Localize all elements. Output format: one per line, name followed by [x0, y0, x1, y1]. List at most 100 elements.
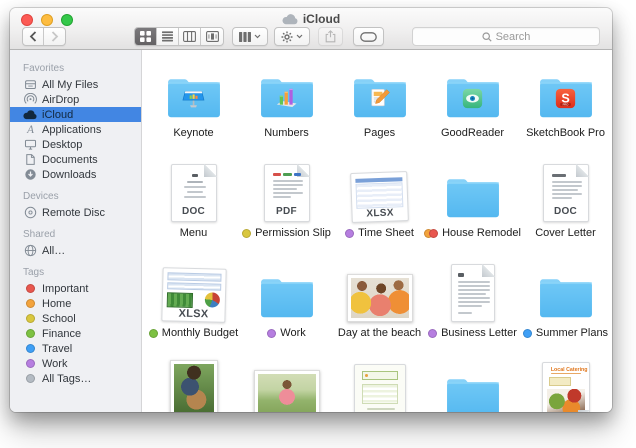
grid-item-summer-plans[interactable]: Summer Plans: [519, 258, 612, 358]
grid-item-business-letter[interactable]: Business Letter: [426, 258, 519, 358]
sidebar-item-finance[interactable]: Finance: [10, 326, 141, 341]
file-type-badge: PDF: [265, 206, 309, 217]
tag-dot-icon: [23, 297, 37, 310]
grid-item-house-remodel[interactable]: House Remodel: [426, 158, 519, 258]
goodreader-folder-icon: [442, 72, 504, 122]
sidebar-item-applications[interactable]: AApplications: [10, 122, 141, 137]
girl-photo-icon: [254, 370, 320, 412]
finder-window: iCloud: [10, 8, 612, 412]
grid-item-sketchbook-pro[interactable]: SPROSketchBook Pro: [519, 58, 612, 158]
coverflow-view-button[interactable]: [201, 28, 223, 45]
grid-item-file-certificate[interactable]: [333, 358, 426, 412]
share-button[interactable]: [318, 27, 343, 46]
grid-item-label: Cover Letter: [535, 227, 596, 239]
sidebar-item-school[interactable]: School: [10, 311, 141, 326]
sidebar-item-label: Downloads: [42, 169, 96, 181]
puppy-photo-icon: [170, 360, 218, 412]
grid-item-time-sheet[interactable]: XLSXTime Sheet: [333, 158, 426, 258]
sidebar-item-label: All My Files: [42, 79, 98, 91]
tag-dots: [428, 329, 437, 338]
sidebar-item-downloads[interactable]: Downloads: [10, 167, 141, 182]
sidebar-item-remote-disc[interactable]: Remote Disc: [10, 205, 141, 220]
grid-item-folder[interactable]: [426, 358, 519, 412]
tag-dots: [242, 229, 251, 238]
arrange-button[interactable]: [232, 27, 268, 46]
grid-item-goodreader[interactable]: GoodReader: [426, 58, 519, 158]
grid-item-photo-girl[interactable]: [240, 358, 333, 412]
grid-item-label: Keynote: [173, 127, 213, 139]
icloud-icon: [23, 108, 37, 121]
list-view-icon: [162, 31, 173, 42]
grid-item-photo-puppy[interactable]: [147, 358, 240, 412]
grid-item-day-at-the-beach[interactable]: Day at the beach: [333, 258, 426, 358]
sidebar-section-tags: TagsImportantHomeSchoolFinanceTravelWork…: [10, 262, 141, 386]
tag-dot-icon: [242, 229, 251, 238]
search-input[interactable]: Search: [412, 27, 600, 46]
tag-dots: [345, 229, 354, 238]
action-menu-button[interactable]: [274, 27, 310, 46]
grid-item-keynote[interactable]: Keynote: [147, 58, 240, 158]
search-placeholder: Search: [496, 31, 531, 43]
grid-item-cover-letter[interactable]: DOC Cover Letter: [519, 158, 612, 258]
numbers-folder-icon: [256, 72, 318, 122]
grid-item-menu[interactable]: DOCMenu: [147, 158, 240, 258]
sidebar-item-desktop[interactable]: Desktop: [10, 137, 141, 152]
sidebar-item-documents[interactable]: Documents: [10, 152, 141, 167]
file-grid: Keynote NumbersPagesGoodReaderSPROSketchB…: [142, 50, 612, 412]
coverflow-view-icon: [206, 31, 219, 42]
sidebar-item-travel[interactable]: Travel: [10, 341, 141, 356]
sidebar-item-label: Important: [42, 283, 88, 295]
file-type-badge: DOC: [544, 206, 588, 217]
certificate-file-icon: [354, 364, 406, 412]
tags-button[interactable]: [353, 27, 384, 46]
pages-app-icon: [366, 85, 393, 112]
downloads-icon: [23, 168, 37, 181]
grid-item-label-text: Cover Letter: [535, 227, 596, 239]
sidebar-item-work[interactable]: Work: [10, 356, 141, 371]
xlsx-file-icon: XLSX: [161, 267, 226, 323]
grid-item-numbers[interactable]: Numbers: [240, 58, 333, 158]
back-button[interactable]: [23, 28, 44, 45]
beach-photo-icon: [347, 274, 413, 322]
grid-item-label: Permission Slip: [242, 227, 331, 239]
sidebar-item-label: Travel: [42, 343, 72, 355]
grid-item-label-text: Business Letter: [441, 327, 517, 339]
grid-item-file-catering[interactable]: Local Catering: [519, 358, 612, 412]
sidebar-item-label: Home: [42, 298, 71, 310]
doc-file-icon: [451, 264, 495, 322]
sidebar-item-home[interactable]: Home: [10, 296, 141, 311]
gear-icon: [281, 31, 293, 43]
sidebar-item-important[interactable]: Important: [10, 281, 141, 296]
icloud-proxy-icon: [282, 14, 298, 25]
tag-dot-icon: [23, 372, 37, 385]
airdrop-icon: [23, 93, 37, 106]
pages-folder-icon: [349, 72, 411, 122]
grid-item-label: Time Sheet: [345, 227, 414, 239]
sidebar-item-icloud[interactable]: iCloud: [10, 107, 141, 122]
tag-dot-icon: [23, 282, 37, 295]
column-view-button[interactable]: [179, 28, 201, 45]
grid-item-label-text: Keynote: [173, 127, 213, 139]
icon-view-button[interactable]: [135, 28, 157, 45]
tag-dot-icon: [23, 312, 37, 325]
sidebar-section-title: Shared: [10, 224, 141, 243]
sidebar-item-all[interactable]: All…: [10, 243, 141, 258]
grid-item-pages[interactable]: Pages: [333, 58, 426, 158]
list-view-button[interactable]: [157, 28, 179, 45]
grid-item-label: Work: [267, 327, 305, 339]
tag-dot-icon: [267, 329, 276, 338]
chevron-down-icon: [296, 34, 303, 39]
tag-dot-icon: [23, 357, 37, 370]
remote-disc-icon: [23, 206, 37, 219]
forward-button[interactable]: [44, 28, 65, 45]
grid-item-monthly-budget[interactable]: XLSXMonthly Budget: [147, 258, 240, 358]
sidebar-item-all-tags[interactable]: All Tags…: [10, 371, 141, 386]
tag-dot-icon: [428, 329, 437, 338]
sidebar-item-airdrop[interactable]: AirDrop: [10, 92, 141, 107]
grid-item-work[interactable]: Work: [240, 258, 333, 358]
sidebar-section-devices: DevicesRemote Disc: [10, 186, 141, 220]
grid-item-permission-slip[interactable]: PDF Permission Slip: [240, 158, 333, 258]
sidebar-item-all-my-files[interactable]: All My Files: [10, 77, 141, 92]
sidebar-section-favorites: FavoritesAll My FilesAirDropiCloudAAppli…: [10, 58, 141, 182]
documents-icon: [23, 153, 37, 166]
